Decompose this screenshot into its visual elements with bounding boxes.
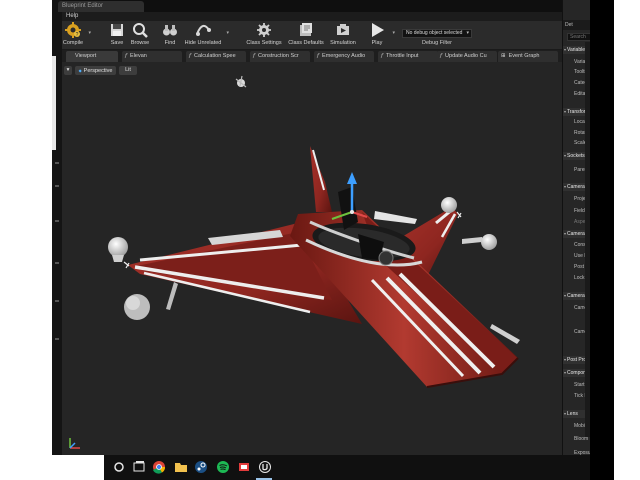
- gear-icon: [257, 23, 271, 37]
- hide-unrelated-dropdown-icon[interactable]: ▾: [226, 30, 229, 36]
- menu-help[interactable]: Help: [66, 13, 78, 19]
- tab-emergency-audio[interactable]: f Emergency Audio: [314, 51, 374, 62]
- aircraft-scene: [69, 75, 520, 449]
- desktop-left-margin: [0, 0, 52, 480]
- edge-marker: [55, 220, 59, 222]
- save-icon: [111, 24, 123, 36]
- details-search-input[interactable]: Search: [567, 33, 590, 41]
- save-button[interactable]: Save: [108, 22, 126, 49]
- simulation-icon: [337, 24, 349, 35]
- taskbar-right-margin: [590, 455, 614, 480]
- blueprint-editor: Blueprint Editor Help ? Compile ▾ Save B…: [58, 0, 562, 455]
- tab-update-audio[interactable]: f Update Audio Cu: [437, 51, 497, 62]
- sphere-reflection-icon[interactable]: [481, 234, 497, 250]
- class-defaults-icon: [300, 23, 312, 36]
- steam-icon[interactable]: [194, 460, 208, 474]
- task-view-icon[interactable]: [132, 460, 146, 474]
- debug-object-select[interactable]: No debug object selected ▾: [402, 29, 472, 38]
- function-icon: f: [125, 53, 128, 59]
- sphere-reflection-icon[interactable]: [124, 294, 150, 320]
- title-bar: Blueprint Editor: [58, 0, 562, 12]
- details-tab[interactable]: Det: [563, 20, 590, 30]
- debug-filter-label: Debug Filter: [422, 40, 452, 46]
- unreal-engine-icon[interactable]: [258, 460, 272, 474]
- play-button[interactable]: Play ▾: [366, 22, 395, 49]
- graph-icon: ⊞: [501, 53, 506, 59]
- left-window-highlight: [52, 56, 56, 150]
- menu-bar: Help: [62, 12, 562, 21]
- function-icon: f: [381, 53, 384, 59]
- compile-dropdown-icon[interactable]: ▾: [88, 30, 91, 36]
- main-toolbar: ? Compile ▾ Save Browse Find Hide Unrela…: [62, 21, 562, 50]
- file-explorer-icon[interactable]: [174, 460, 188, 474]
- tab-viewport[interactable]: Viewport: [66, 51, 118, 62]
- world-axis-icon: [69, 438, 80, 449]
- edge-marker: [55, 262, 59, 264]
- play-dropdown-icon[interactable]: ▾: [392, 30, 395, 36]
- point-light-icon[interactable]: [108, 237, 130, 269]
- find-button[interactable]: Find: [161, 22, 179, 49]
- tab-event-graph[interactable]: ⊞ Event Graph: [498, 51, 558, 62]
- class-defaults-button[interactable]: Class Defaults: [287, 22, 325, 49]
- compile-button[interactable]: ? Compile ▾: [62, 22, 91, 49]
- simulation-button[interactable]: Simulation: [328, 22, 358, 49]
- edge-marker: [55, 300, 59, 302]
- compile-icon: ?: [65, 22, 81, 38]
- play-icon: [372, 23, 384, 37]
- tab-calculation-speed[interactable]: f Calculation Spee: [186, 51, 246, 62]
- taskbar: [104, 455, 590, 480]
- directional-light-icon[interactable]: [235, 75, 247, 88]
- function-icon: f: [440, 53, 443, 59]
- svg-text:?: ?: [76, 32, 79, 38]
- desktop-right-white: [614, 0, 640, 480]
- spotify-icon[interactable]: [216, 460, 230, 474]
- tab-elevan[interactable]: f Elevan: [122, 51, 182, 62]
- edge-marker: [55, 162, 59, 164]
- left-window-edge: [52, 0, 62, 455]
- hide-unrelated-icon: [196, 24, 211, 36]
- function-icon: f: [189, 53, 192, 59]
- viewport[interactable]: ▾ ◆ Perspective Lit: [62, 62, 562, 455]
- browse-button[interactable]: Browse: [130, 22, 150, 49]
- media-app-icon[interactable]: [237, 460, 251, 474]
- edge-marker: [55, 185, 59, 187]
- hide-unrelated-button[interactable]: Hide Unrelated ▾: [184, 22, 229, 49]
- function-icon: f: [253, 53, 256, 59]
- start-icon[interactable]: [112, 460, 126, 474]
- binoculars-icon: [163, 25, 177, 36]
- function-icon: f: [317, 53, 320, 59]
- tab-construction-script[interactable]: f Construction Scr: [250, 51, 310, 62]
- edge-marker: [55, 338, 59, 340]
- editor-tab-bar: Viewport f Elevan f Calculation Spee f Cons…: [62, 50, 562, 62]
- class-settings-button[interactable]: Class Settings: [246, 22, 282, 49]
- magnifier-icon: [133, 23, 148, 38]
- tab-throttle-input[interactable]: f Throttle Input: [378, 51, 438, 62]
- desktop-right-margin: [590, 0, 614, 480]
- chrome-icon[interactable]: [152, 460, 166, 474]
- chevron-down-icon: ▾: [466, 30, 469, 36]
- window-tab[interactable]: Blueprint Editor: [58, 1, 144, 12]
- tail-fin: [310, 146, 332, 212]
